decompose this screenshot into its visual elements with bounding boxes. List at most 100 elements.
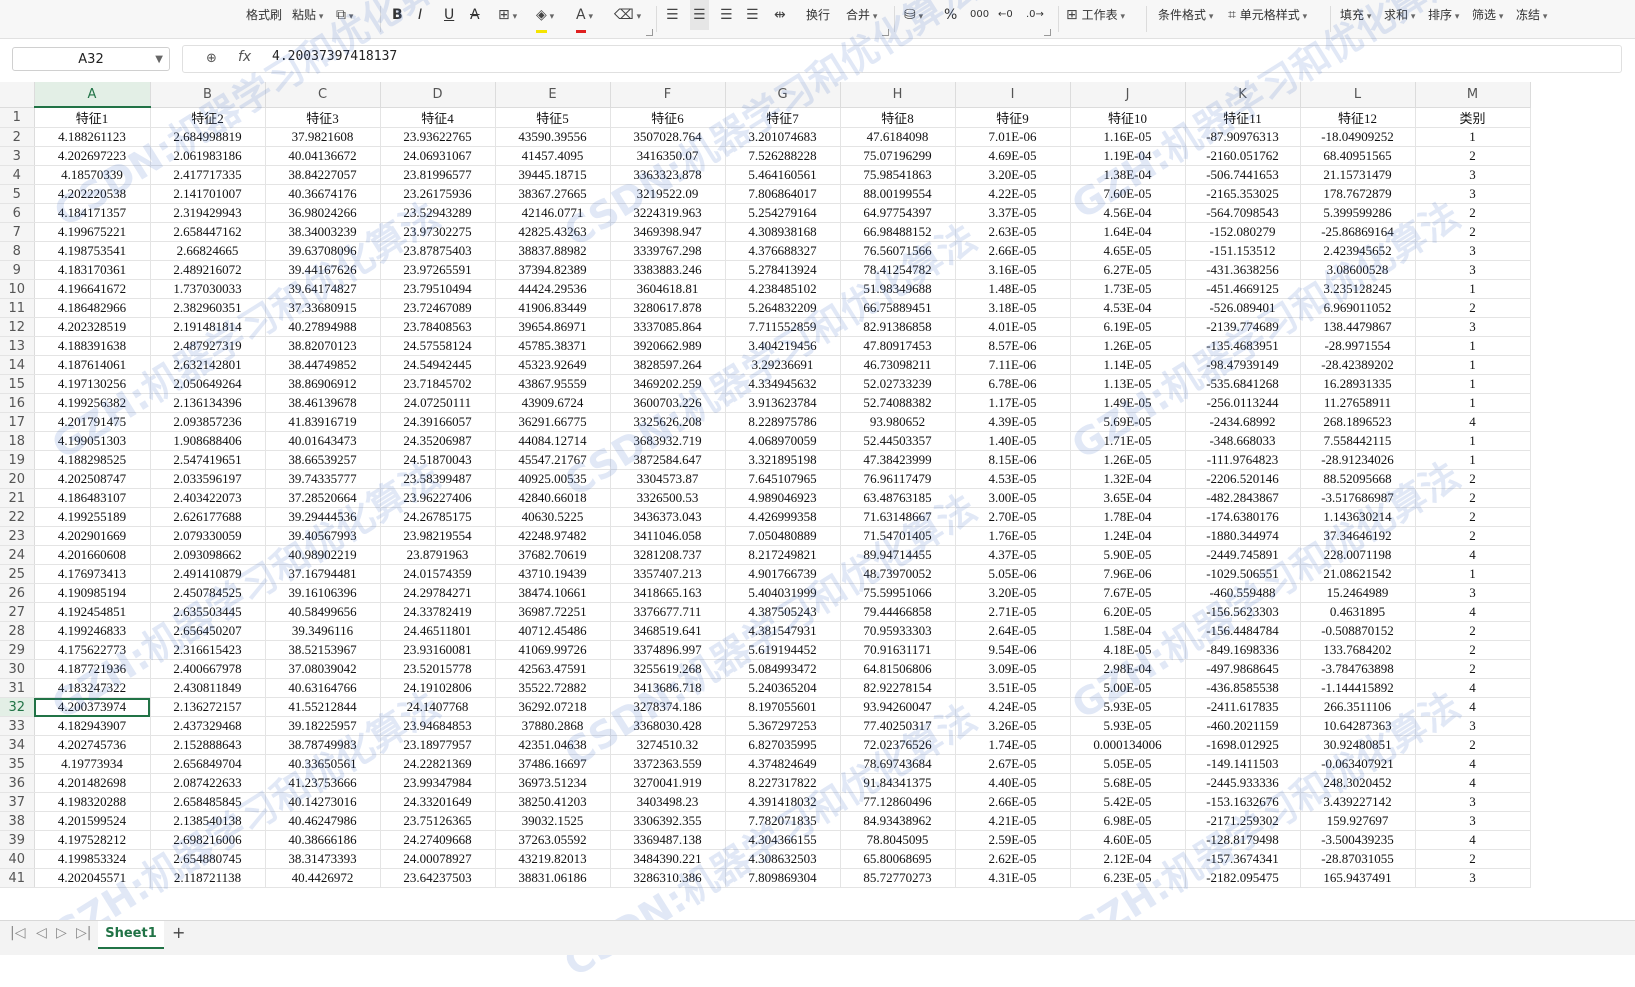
bold-button[interactable]: B bbox=[392, 0, 403, 30]
row-header[interactable]: 32 bbox=[0, 697, 35, 717]
table-cell[interactable]: -1698.012925 bbox=[1185, 735, 1301, 755]
table-cell[interactable]: 78.8045095 bbox=[840, 830, 956, 850]
table-cell[interactable]: -3.517686987 bbox=[1300, 488, 1416, 508]
table-cell[interactable]: 3.404219456 bbox=[725, 336, 841, 356]
table-cell[interactable]: 7.60E-05 bbox=[1070, 184, 1186, 204]
sort-button[interactable]: 排序 ▾ bbox=[1428, 0, 1459, 30]
table-cell[interactable]: 3.51E-05 bbox=[955, 678, 1071, 698]
add-sheet-button[interactable]: + bbox=[172, 923, 185, 942]
number-dialog-launcher[interactable] bbox=[1044, 29, 1051, 36]
header-cell[interactable]: 特征1 bbox=[34, 107, 151, 128]
table-cell[interactable]: 3604618.81 bbox=[610, 279, 726, 299]
table-cell[interactable]: 2.403422073 bbox=[150, 488, 266, 508]
table-cell[interactable]: 4.37E-05 bbox=[955, 545, 1071, 565]
table-cell[interactable]: 2.658485845 bbox=[150, 792, 266, 812]
table-cell[interactable]: 1.143630214 bbox=[1300, 507, 1416, 527]
row-header[interactable]: 34 bbox=[0, 735, 35, 755]
formula-input-box[interactable] bbox=[182, 45, 1622, 73]
table-cell[interactable]: 7.67E-05 bbox=[1070, 583, 1186, 603]
table-cell[interactable]: 2 bbox=[1415, 146, 1531, 166]
table-cell[interactable]: -348.668033 bbox=[1185, 431, 1301, 451]
thousands-button[interactable]: 000 bbox=[970, 0, 989, 30]
table-cell[interactable]: 24.35206987 bbox=[380, 431, 496, 451]
row-header[interactable]: 19 bbox=[0, 450, 35, 470]
table-cell[interactable]: 3372363.559 bbox=[610, 754, 726, 774]
column-header-b[interactable]: B bbox=[150, 82, 266, 108]
table-cell[interactable]: -87.90976313 bbox=[1185, 127, 1301, 147]
table-cell[interactable]: 2.12E-04 bbox=[1070, 849, 1186, 869]
table-cell[interactable]: 248.3020452 bbox=[1300, 773, 1416, 793]
row-header[interactable]: 22 bbox=[0, 507, 35, 527]
row-header[interactable]: 11 bbox=[0, 298, 35, 318]
worksheet-button[interactable]: ⊞ 工作表 ▾ bbox=[1066, 0, 1125, 30]
table-cell[interactable]: 3872584.647 bbox=[610, 450, 726, 470]
table-cell[interactable]: 40.01643473 bbox=[265, 431, 381, 451]
table-cell[interactable]: 23.71845702 bbox=[380, 374, 496, 394]
prev-sheet-icon[interactable]: ◁ bbox=[36, 925, 47, 941]
table-cell[interactable]: 3304573.87 bbox=[610, 469, 726, 489]
table-cell[interactable]: 4 bbox=[1415, 830, 1531, 850]
table-cell[interactable]: -2411.617835 bbox=[1185, 697, 1301, 717]
table-cell[interactable]: 2.437329468 bbox=[150, 716, 266, 736]
table-cell[interactable]: 37.08039042 bbox=[265, 659, 381, 679]
table-cell[interactable]: 40630.5225 bbox=[495, 507, 611, 527]
table-cell[interactable]: 41457.4095 bbox=[495, 146, 611, 166]
table-cell[interactable]: 178.7672879 bbox=[1300, 184, 1416, 204]
table-cell[interactable]: 66.75889451 bbox=[840, 298, 956, 318]
table-cell[interactable]: 4.376688327 bbox=[725, 241, 841, 261]
table-cell[interactable]: 3600703.226 bbox=[610, 393, 726, 413]
table-cell[interactable]: 6.23E-05 bbox=[1070, 868, 1186, 888]
table-cell[interactable]: 1.71E-05 bbox=[1070, 431, 1186, 451]
table-cell[interactable]: 40.98902219 bbox=[265, 545, 381, 565]
table-cell[interactable]: 43710.19439 bbox=[495, 564, 611, 584]
table-cell[interactable]: 41.23753666 bbox=[265, 773, 381, 793]
column-header-c[interactable]: C bbox=[265, 82, 381, 108]
table-cell[interactable]: 4.69E-05 bbox=[955, 146, 1071, 166]
table-cell[interactable]: 1.908688406 bbox=[150, 431, 266, 451]
header-cell[interactable]: 特征11 bbox=[1185, 107, 1301, 128]
table-cell[interactable]: 3468519.641 bbox=[610, 621, 726, 641]
table-cell[interactable]: 5.93E-05 bbox=[1070, 697, 1186, 717]
table-cell[interactable]: 2.136134396 bbox=[150, 393, 266, 413]
column-header-d[interactable]: D bbox=[380, 82, 496, 108]
table-cell[interactable]: 4.53E-05 bbox=[955, 469, 1071, 489]
table-cell[interactable]: 89.94714455 bbox=[840, 545, 956, 565]
table-cell[interactable]: 3339767.298 bbox=[610, 241, 726, 261]
table-cell[interactable]: 44084.12714 bbox=[495, 431, 611, 451]
table-cell[interactable]: 52.74088382 bbox=[840, 393, 956, 413]
table-cell[interactable]: 23.96227406 bbox=[380, 488, 496, 508]
table-cell[interactable]: 38.78749983 bbox=[265, 735, 381, 755]
table-cell[interactable]: 78.69743684 bbox=[840, 754, 956, 774]
filter-button[interactable]: 筛选 ▾ bbox=[1472, 0, 1503, 30]
table-cell[interactable]: 6.969011052 bbox=[1300, 298, 1416, 318]
table-cell[interactable]: 5.464160561 bbox=[725, 165, 841, 185]
table-cell[interactable]: 36291.66775 bbox=[495, 412, 611, 432]
table-cell[interactable]: 5.05E-06 bbox=[955, 564, 1071, 584]
table-cell[interactable]: -431.3638256 bbox=[1185, 260, 1301, 280]
table-cell[interactable]: 2 bbox=[1415, 621, 1531, 641]
table-cell[interactable]: 1.24E-04 bbox=[1070, 526, 1186, 546]
table-cell[interactable]: 4.197528212 bbox=[34, 830, 151, 850]
header-cell[interactable]: 特征3 bbox=[265, 107, 381, 128]
table-cell[interactable]: 0.000134006 bbox=[1070, 735, 1186, 755]
table-cell[interactable]: 3.321895198 bbox=[725, 450, 841, 470]
table-cell[interactable]: 43867.95559 bbox=[495, 374, 611, 394]
table-cell[interactable]: 70.95933303 bbox=[840, 621, 956, 641]
table-cell[interactable]: 24.26785175 bbox=[380, 507, 496, 527]
justify-button[interactable]: ☰ bbox=[746, 0, 759, 30]
merge-button[interactable]: 合并 ▾ bbox=[846, 0, 877, 30]
table-cell[interactable]: 1 bbox=[1415, 127, 1531, 147]
number-format-button[interactable]: ⛁ ▾ bbox=[904, 0, 923, 30]
decrease-decimal-button[interactable]: .0→ bbox=[1026, 0, 1044, 30]
table-cell[interactable]: 3.235128245 bbox=[1300, 279, 1416, 299]
table-cell[interactable]: 4.40E-05 bbox=[955, 773, 1071, 793]
align-left-button[interactable]: ☰ bbox=[666, 0, 679, 30]
table-cell[interactable]: 4.187721936 bbox=[34, 659, 151, 679]
table-cell[interactable]: -135.4683951 bbox=[1185, 336, 1301, 356]
header-cell[interactable]: 类别 bbox=[1415, 107, 1531, 128]
table-cell[interactable]: 4.202697223 bbox=[34, 146, 151, 166]
table-cell[interactable]: 65.80068695 bbox=[840, 849, 956, 869]
table-cell[interactable]: 2.547419651 bbox=[150, 450, 266, 470]
table-cell[interactable]: 3.201074683 bbox=[725, 127, 841, 147]
table-cell[interactable]: 63.48763185 bbox=[840, 488, 956, 508]
